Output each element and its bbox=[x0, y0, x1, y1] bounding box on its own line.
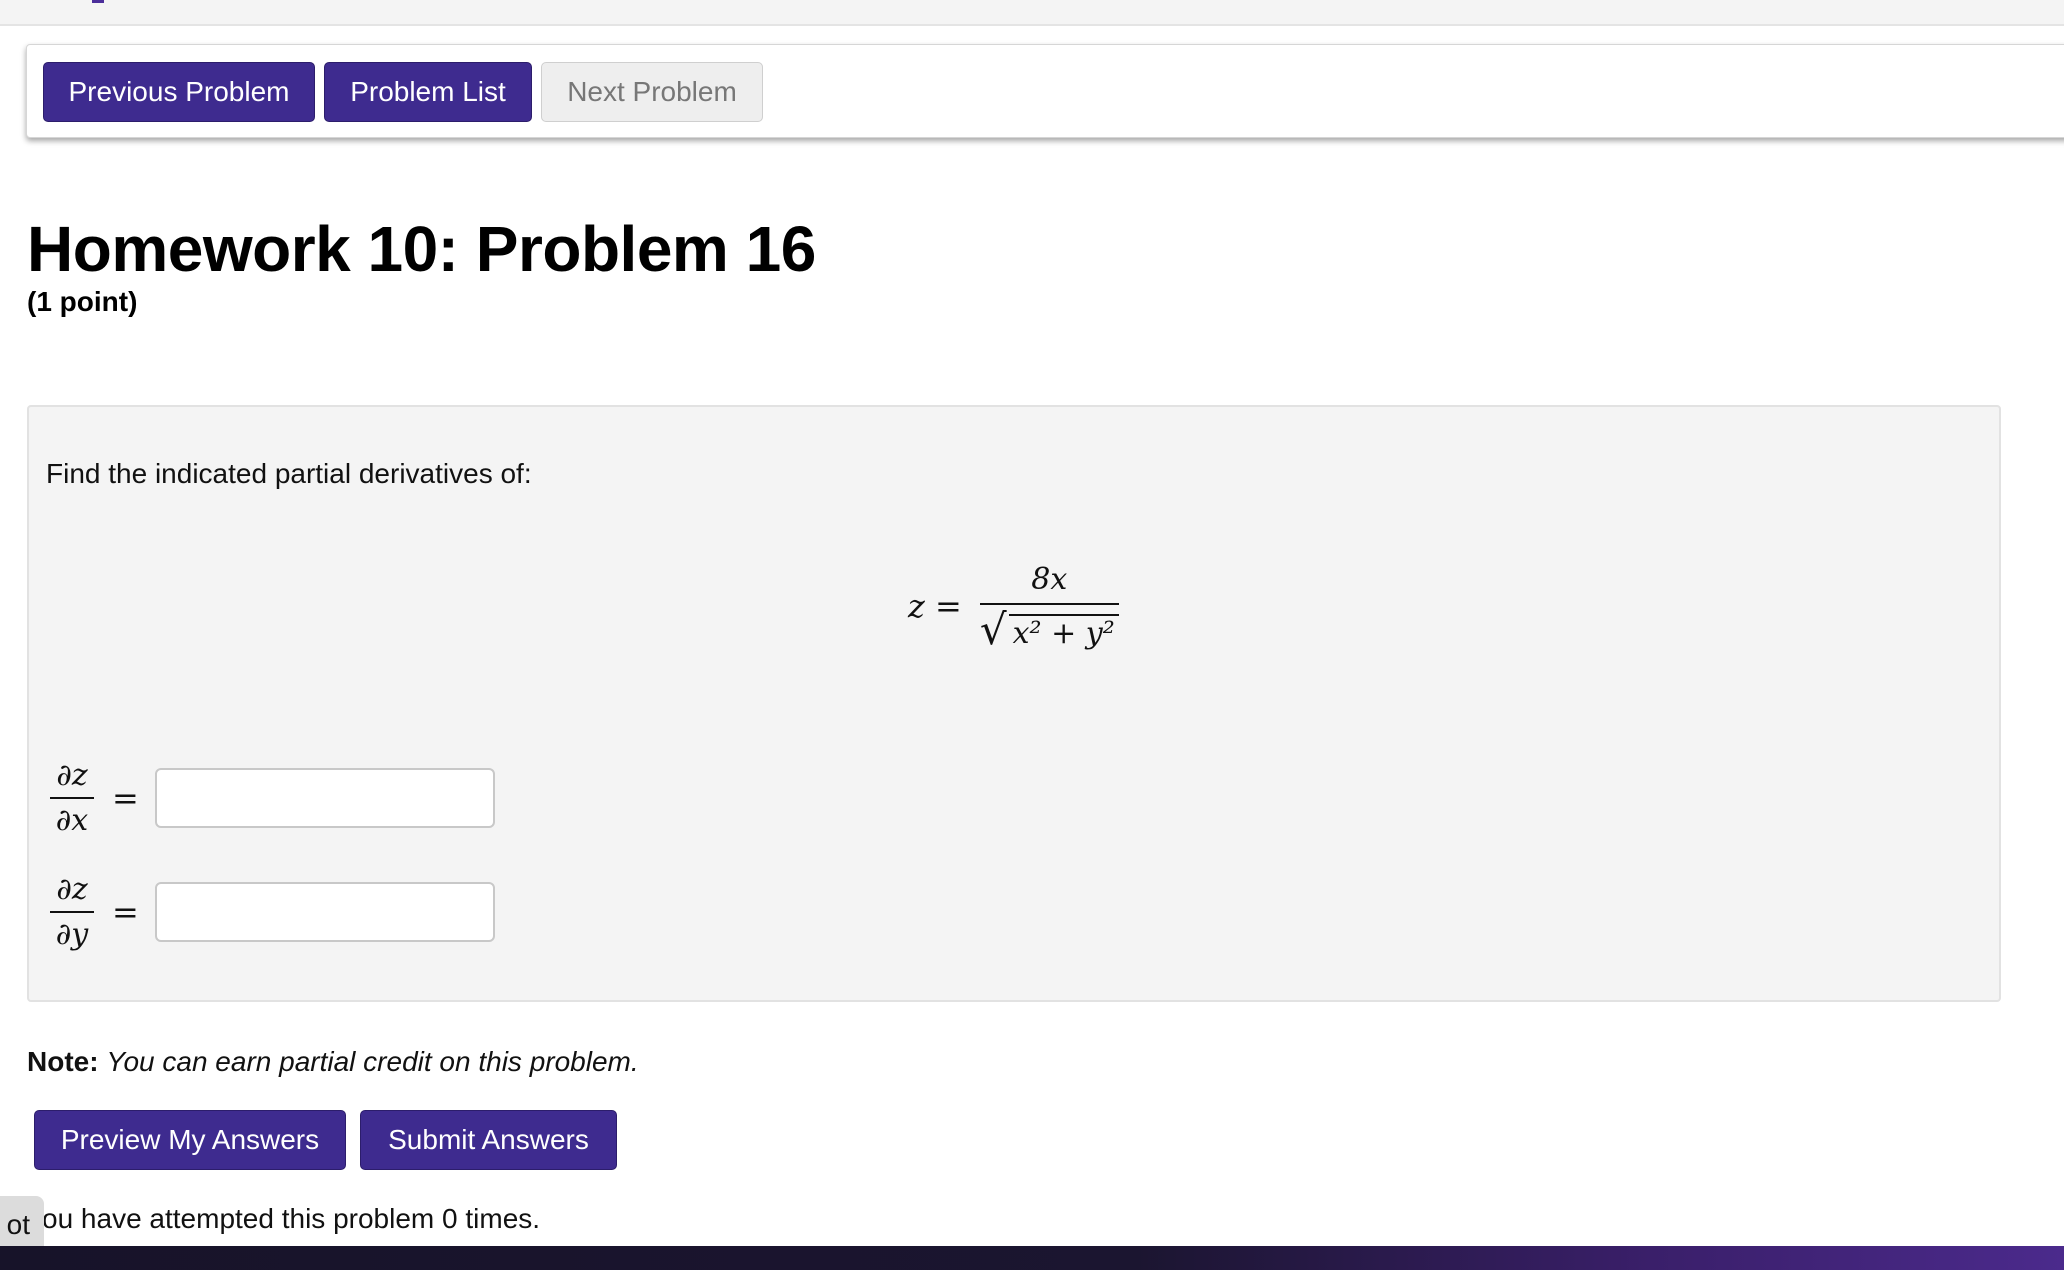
top-strip-mark bbox=[92, 0, 104, 3]
previous-problem-button[interactable]: Previous Problem bbox=[43, 62, 315, 122]
attempts-status: ou have attempted this problem 0 times. bbox=[42, 1203, 541, 1234]
partial-dzdy-label: ∂z ∂y bbox=[50, 872, 94, 952]
note-text: You can earn partial credit on this prob… bbox=[106, 1046, 639, 1077]
equation-numerator: 8x bbox=[1031, 561, 1068, 597]
preview-answers-button[interactable]: Preview My Answers bbox=[34, 1110, 346, 1170]
equation-radicand: x² + y² bbox=[1008, 613, 1119, 651]
equals-sign: = bbox=[112, 893, 139, 931]
answer-row-dzdy: ∂z ∂y = bbox=[50, 872, 495, 952]
fraction-bar bbox=[50, 911, 94, 913]
problem-list-button[interactable]: Problem List bbox=[324, 62, 532, 122]
problem-nav-bar: Previous Problem Problem List Next Probl… bbox=[26, 44, 2064, 138]
given-equation: z = 8x √ x² + y² bbox=[908, 556, 1119, 656]
partial-numerator: ∂z bbox=[56, 872, 88, 907]
equation-lhs: z = bbox=[908, 587, 962, 625]
top-strip bbox=[0, 0, 2064, 26]
answer-row-dzdx: ∂z ∂x = bbox=[50, 758, 495, 838]
next-problem-button: Next Problem bbox=[541, 62, 763, 122]
equation-denominator: √ x² + y² bbox=[980, 605, 1119, 651]
problem-points: (1 point) bbox=[27, 286, 138, 317]
partial-credit-note: Note: You can earn partial credit on thi… bbox=[27, 1046, 639, 1078]
partial-denominator: ∂x bbox=[55, 803, 89, 838]
partial-denominator: ∂y bbox=[55, 917, 89, 952]
problem-title: Homework 10: Problem 16 bbox=[27, 213, 816, 285]
answer-input-dzdy[interactable] bbox=[154, 882, 495, 942]
equation-fraction: 8x √ x² + y² bbox=[979, 561, 1119, 651]
answer-input-dzdx[interactable] bbox=[154, 768, 495, 828]
problem-prompt: Find the indicated partial derivatives o… bbox=[46, 458, 532, 489]
partial-dzdx-label: ∂z ∂x bbox=[50, 758, 94, 838]
partial-numerator: ∂z bbox=[56, 758, 88, 793]
note-label: Note: bbox=[27, 1046, 99, 1077]
fraction-bar bbox=[50, 797, 94, 799]
submit-answers-button[interactable]: Submit Answers bbox=[360, 1110, 617, 1170]
footer-bar bbox=[0, 1246, 2064, 1270]
equals-sign: = bbox=[112, 779, 139, 817]
sqrt-symbol: √ bbox=[979, 604, 1007, 654]
